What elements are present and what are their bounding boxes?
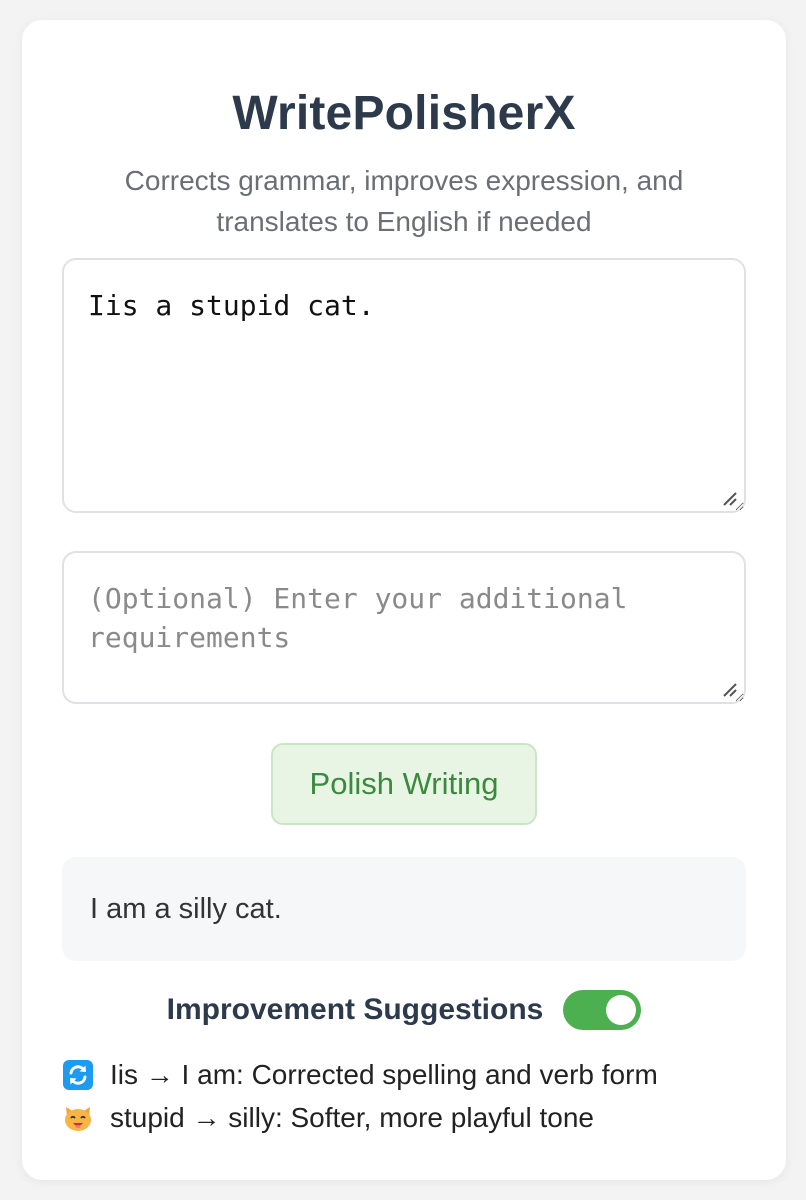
suggestion-text: Iis → I am: Corrected spelling and verb … bbox=[110, 1058, 658, 1090]
app-title: WritePolisherX bbox=[232, 87, 576, 140]
result-text: I am a silly cat. bbox=[90, 892, 282, 925]
result-box: I am a silly cat. bbox=[62, 857, 746, 961]
suggestions-toggle[interactable] bbox=[563, 990, 642, 1030]
text-input[interactable]: Iis a stupid cat. bbox=[62, 258, 746, 513]
cat-face-icon bbox=[65, 1106, 91, 1131]
refresh-arrows-icon bbox=[63, 1059, 93, 1090]
requirements-input[interactable] bbox=[62, 551, 746, 704]
suggestions-title: Improvement Suggestions bbox=[166, 993, 544, 1026]
app-subtitle: Corrects grammar, improves expression, a… bbox=[124, 165, 684, 237]
suggestion-item: stupid → silly: Softer, more playful ton… bbox=[62, 1096, 752, 1139]
suggestion-text: stupid → silly: Softer, more playful ton… bbox=[110, 1101, 594, 1133]
resize-grip-icon[interactable] bbox=[718, 487, 738, 507]
suggestions-header: Improvement Suggestions bbox=[22, 987, 786, 1033]
polish-writing-button[interactable]: Polish Writing bbox=[271, 743, 537, 825]
resize-grip-icon[interactable] bbox=[718, 678, 738, 698]
suggestions-list: Iis → I am: Corrected spelling and verb … bbox=[62, 1053, 752, 1139]
app-card: WritePolisherX Corrects grammar, improve… bbox=[22, 20, 786, 1180]
toggle-knob bbox=[606, 995, 637, 1025]
suggestion-item: Iis → I am: Corrected spelling and verb … bbox=[62, 1053, 752, 1096]
